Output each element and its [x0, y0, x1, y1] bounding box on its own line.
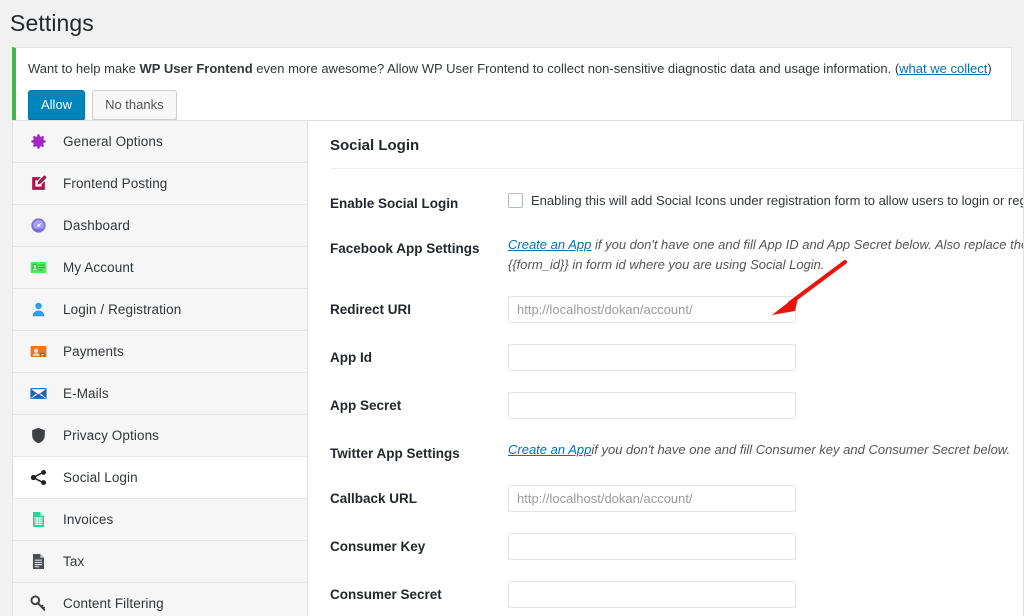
notice-actions: Allow No thanks [28, 90, 999, 121]
twitter-create-an-app-link[interactable]: Create an App [508, 442, 591, 457]
facebook-app-settings-description: Create an App if you don't have one and … [508, 235, 1023, 275]
sidebar-item-invoices[interactable]: Invoices [13, 499, 307, 541]
app-secret-input[interactable] [508, 392, 796, 420]
facebook-create-an-app-link[interactable]: Create an App [508, 237, 591, 252]
sidebar-item-privacy-options[interactable]: Privacy Options [13, 415, 307, 457]
what-we-collect-link[interactable]: what we collect [899, 61, 987, 76]
sidebar-item-label: Dashboard [63, 218, 130, 233]
sidebar-item-label: E-Mails [63, 386, 109, 401]
field-control [508, 581, 1023, 609]
settings-content: Social Login Enable Social Login Enablin… [308, 120, 1024, 616]
field-row-consumer-secret: Consumer Secret [330, 560, 1023, 609]
field-control [508, 392, 1023, 420]
page-title: Settings [10, 10, 94, 36]
allow-button[interactable]: Allow [28, 90, 86, 121]
field-label: Redirect URI [330, 302, 412, 318]
consumer-key-input[interactable] [508, 533, 796, 561]
enable-social-login-description: Enabling this will add Social Icons unde… [531, 193, 1023, 208]
enable-social-login-checkbox[interactable] [508, 193, 523, 208]
twitter-app-settings-text: if you don't have one and fill Consumer … [591, 442, 1011, 458]
sidebar-item-label: My Account [63, 260, 134, 275]
notice-text-end: ) [987, 60, 992, 76]
sidebar-item-social-login[interactable]: Social Login [13, 457, 307, 499]
shield-icon [27, 425, 49, 447]
sidebar-item-emails[interactable]: E-Mails [13, 373, 307, 415]
field-row-consumer-key: Consumer Key [330, 512, 1023, 561]
gear-icon [27, 131, 49, 153]
settings-page: Settings Want to help make WP User Front… [0, 0, 1024, 616]
field-row-facebook-app-settings: Facebook App Settings Create an App if y… [330, 214, 1023, 275]
field-label: App Id [330, 350, 372, 366]
field-row-enable-social-login: Enable Social Login Enabling this will a… [330, 169, 1023, 214]
field-control: Create an App if you don't have one and … [508, 235, 1023, 275]
sidebar-item-content-filtering[interactable]: Content Filtering [13, 583, 307, 616]
pencil-square-icon [27, 173, 49, 195]
notice-message: Want to help make WP User Frontend even … [28, 59, 999, 79]
field-control: Enabling this will add Social Icons unde… [508, 190, 1023, 210]
callback-url-input[interactable] [508, 485, 796, 513]
field-label: Consumer Secret [330, 587, 442, 603]
field-row-twitter-app-settings: Twitter App Settings Create an Appif you… [330, 419, 1023, 464]
field-label: Facebook App Settings [330, 240, 480, 256]
sidebar-item-label: Content Filtering [63, 596, 164, 611]
document-icon [27, 551, 49, 573]
sidebar-item-label: Social Login [63, 470, 138, 485]
twitter-app-settings-description: Create an Appif you don't have one and f… [508, 440, 1023, 460]
field-label: Enable Social Login [330, 196, 459, 211]
field-label: Consumer Key [330, 539, 426, 555]
field-label: Callback URL [330, 491, 418, 507]
no-thanks-button[interactable]: No thanks [92, 90, 177, 121]
sidebar-item-label: Frontend Posting [63, 176, 168, 191]
sidebar-item-label: General Options [63, 134, 163, 149]
sidebar-item-frontend-posting[interactable]: Frontend Posting [13, 163, 307, 205]
notice-text-before: Want to help make [28, 60, 140, 76]
notice-brand-name: WP User Frontend [139, 60, 253, 76]
sidebar-item-login-registration[interactable]: Login / Registration [13, 289, 307, 331]
field-label: App Secret [330, 398, 402, 414]
sidebar-item-my-account[interactable]: My Account [13, 247, 307, 289]
field-control [508, 344, 1023, 372]
field-control: Create an Appif you don't have one and f… [508, 440, 1023, 460]
sidebar-item-label: Tax [63, 554, 85, 569]
field-control [508, 296, 1023, 324]
sidebar-item-label: Payments [63, 344, 124, 359]
gauge-icon [27, 215, 49, 237]
envelope-icon [27, 383, 49, 405]
field-label: Twitter App Settings [330, 446, 460, 462]
sidebar-item-label: Privacy Options [63, 428, 160, 443]
notice-text-after: even more awesome? Allow WP User Fronten… [252, 60, 900, 76]
settings-sidebar: General Options Frontend Posting Dashboa… [12, 120, 308, 616]
spreadsheet-icon [27, 509, 49, 531]
payment-card-icon [27, 341, 49, 363]
consumer-secret-input[interactable] [508, 581, 796, 609]
key-icon [27, 593, 49, 615]
user-icon [27, 299, 49, 321]
sidebar-item-label: Login / Registration [63, 302, 182, 317]
sidebar-item-general-options[interactable]: General Options [13, 121, 307, 163]
field-row-app-secret: App Secret [330, 371, 1023, 420]
id-card-icon [27, 257, 49, 279]
app-id-input[interactable] [508, 344, 796, 372]
field-row-redirect-uri: Redirect URI [330, 275, 1023, 324]
content-heading: Social Login [330, 121, 1023, 169]
share-icon [27, 467, 49, 489]
settings-body: General Options Frontend Posting Dashboa… [12, 120, 1024, 616]
field-row-callback-url: Callback URL [330, 464, 1023, 513]
redirect-uri-input[interactable] [508, 296, 796, 324]
sidebar-item-dashboard[interactable]: Dashboard [13, 205, 307, 247]
enable-social-login-checkbox-line: Enabling this will add Social Icons unde… [508, 190, 1023, 210]
sidebar-item-payments[interactable]: Payments [13, 331, 307, 373]
sidebar-item-tax[interactable]: Tax [13, 541, 307, 583]
sidebar-item-label: Invoices [63, 512, 114, 527]
field-control [508, 485, 1023, 513]
field-control [508, 533, 1023, 561]
field-row-app-id: App Id [330, 323, 1023, 372]
